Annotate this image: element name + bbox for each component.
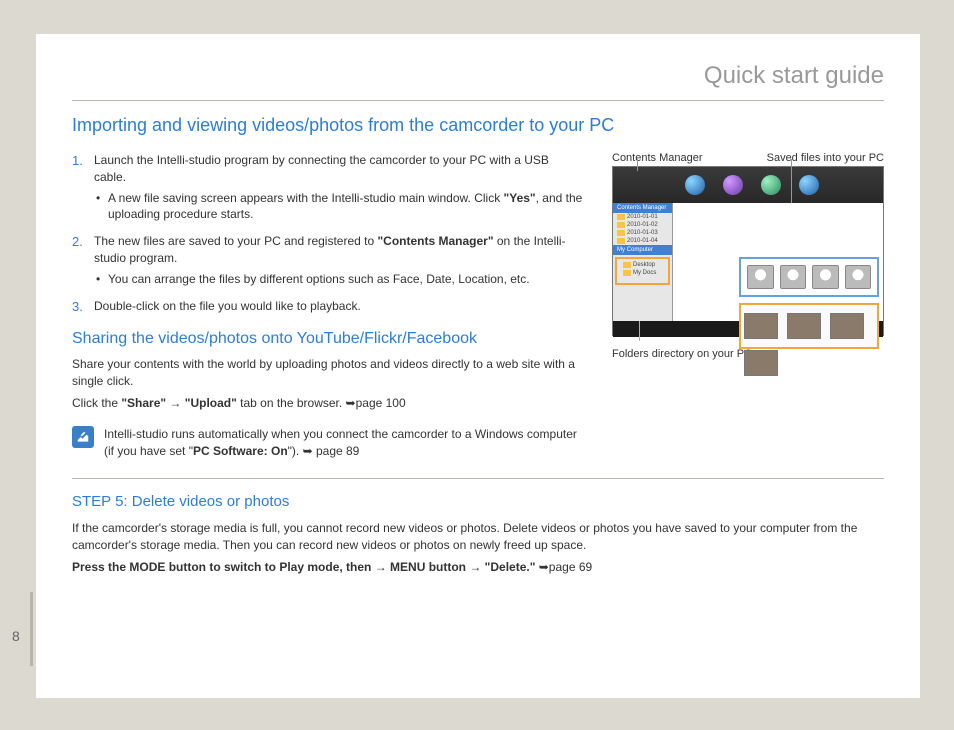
thumbnail [830,313,864,339]
leader-line [637,159,638,171]
figure-label-left: Contents Manager [612,152,703,164]
thumbnail [744,313,778,339]
thumbnail [744,350,778,376]
steps-list: 1. Launch the Intelli-studio program by … [72,152,584,316]
step-text: Double-click on the file you would like … [94,299,361,313]
toolbar-orb-icon [799,175,819,195]
toolbar-orb-icon [723,175,743,195]
figure-toolbar [613,167,883,203]
sidebar-section: Contents Manager [613,203,672,213]
step-number: 3. [72,298,84,316]
figure-labels: Contents Manager Saved files into your P… [612,152,884,164]
divider [72,100,884,101]
figure-highlight-orange [739,303,879,349]
section2-heading: Sharing the videos/photos onto YouTube/F… [72,330,584,348]
section2-para: Share your contents with the world by up… [72,356,584,390]
toolbar-orb-icon [761,175,781,195]
sidebar-highlighted-box: Desktop My Docs [615,257,670,285]
divider [72,478,884,479]
page: Quick start guide Importing and viewing … [36,34,920,698]
thumbnail [812,265,839,289]
step-number: 2. [72,233,84,287]
step5-heading: STEP 5: Delete videos or photos [72,493,884,510]
step-3: 3. Double-click on the file you would li… [72,298,584,316]
figure-main [673,203,883,321]
two-column-layout: 1. Launch the Intelli-studio program by … [72,152,884,460]
thumbnail [845,265,872,289]
figure-label-right: Saved files into your PC [767,152,884,164]
figure-body: Contents Manager 2010-01-01 2010-01-02 2… [613,203,883,321]
sidebar-section: My Computer [613,245,672,255]
section2-click-line: Click the "Share" → "Upload" tab on the … [72,395,584,412]
thumbnail [747,265,774,289]
step5-para: If the camcorder's storage media is full… [72,520,884,554]
step-body: Double-click on the file you would like … [94,298,361,316]
figure-sidebar: Contents Manager 2010-01-01 2010-01-02 2… [613,203,673,321]
note-icon [72,426,94,448]
page-number-bar [30,592,33,666]
screenshot-figure: 2011-01-01 Contents Manager 2010-01-01 2… [612,166,884,336]
left-column: 1. Launch the Intelli-studio program by … [72,152,584,460]
sidebar-item: Desktop [619,261,666,269]
step-2: 2. The new files are saved to your PC an… [72,233,584,287]
sidebar-item: 2010-01-04 [613,237,672,245]
thumbnail [780,265,807,289]
right-column: Contents Manager Saved files into your P… [612,152,884,460]
thumbnail [787,313,821,339]
toolbar-orb-icon [685,175,705,195]
sidebar-item: My Docs [619,269,666,277]
page-header-title: Quick start guide [72,62,884,96]
step-1: 1. Launch the Intelli-studio program by … [72,152,584,223]
step-text: Launch the Intelli-studio program by con… [94,153,549,184]
step-sublist: You can arrange the files by different o… [94,271,584,288]
sidebar-item: 2010-01-01 [613,213,672,221]
note-text: Intelli-studio runs automatically when y… [104,426,584,460]
page-number: 8 [12,628,20,644]
step-body: The new files are saved to your PC and r… [94,233,584,287]
sidebar-item: 2010-01-02 [613,221,672,229]
step-bullet: You can arrange the files by different o… [94,271,584,288]
section1-heading: Importing and viewing videos/photos from… [72,115,884,136]
sidebar-item: 2010-01-03 [613,229,672,237]
step5-instruction: Press the MODE button to switch to Play … [72,559,884,576]
step-bullet: A new file saving screen appears with th… [94,190,584,224]
note-box: Intelli-studio runs automatically when y… [72,426,584,460]
step-body: Launch the Intelli-studio program by con… [94,152,584,223]
step-sublist: A new file saving screen appears with th… [94,190,584,224]
step-number: 1. [72,152,84,223]
figure-highlight-blue [739,257,879,297]
